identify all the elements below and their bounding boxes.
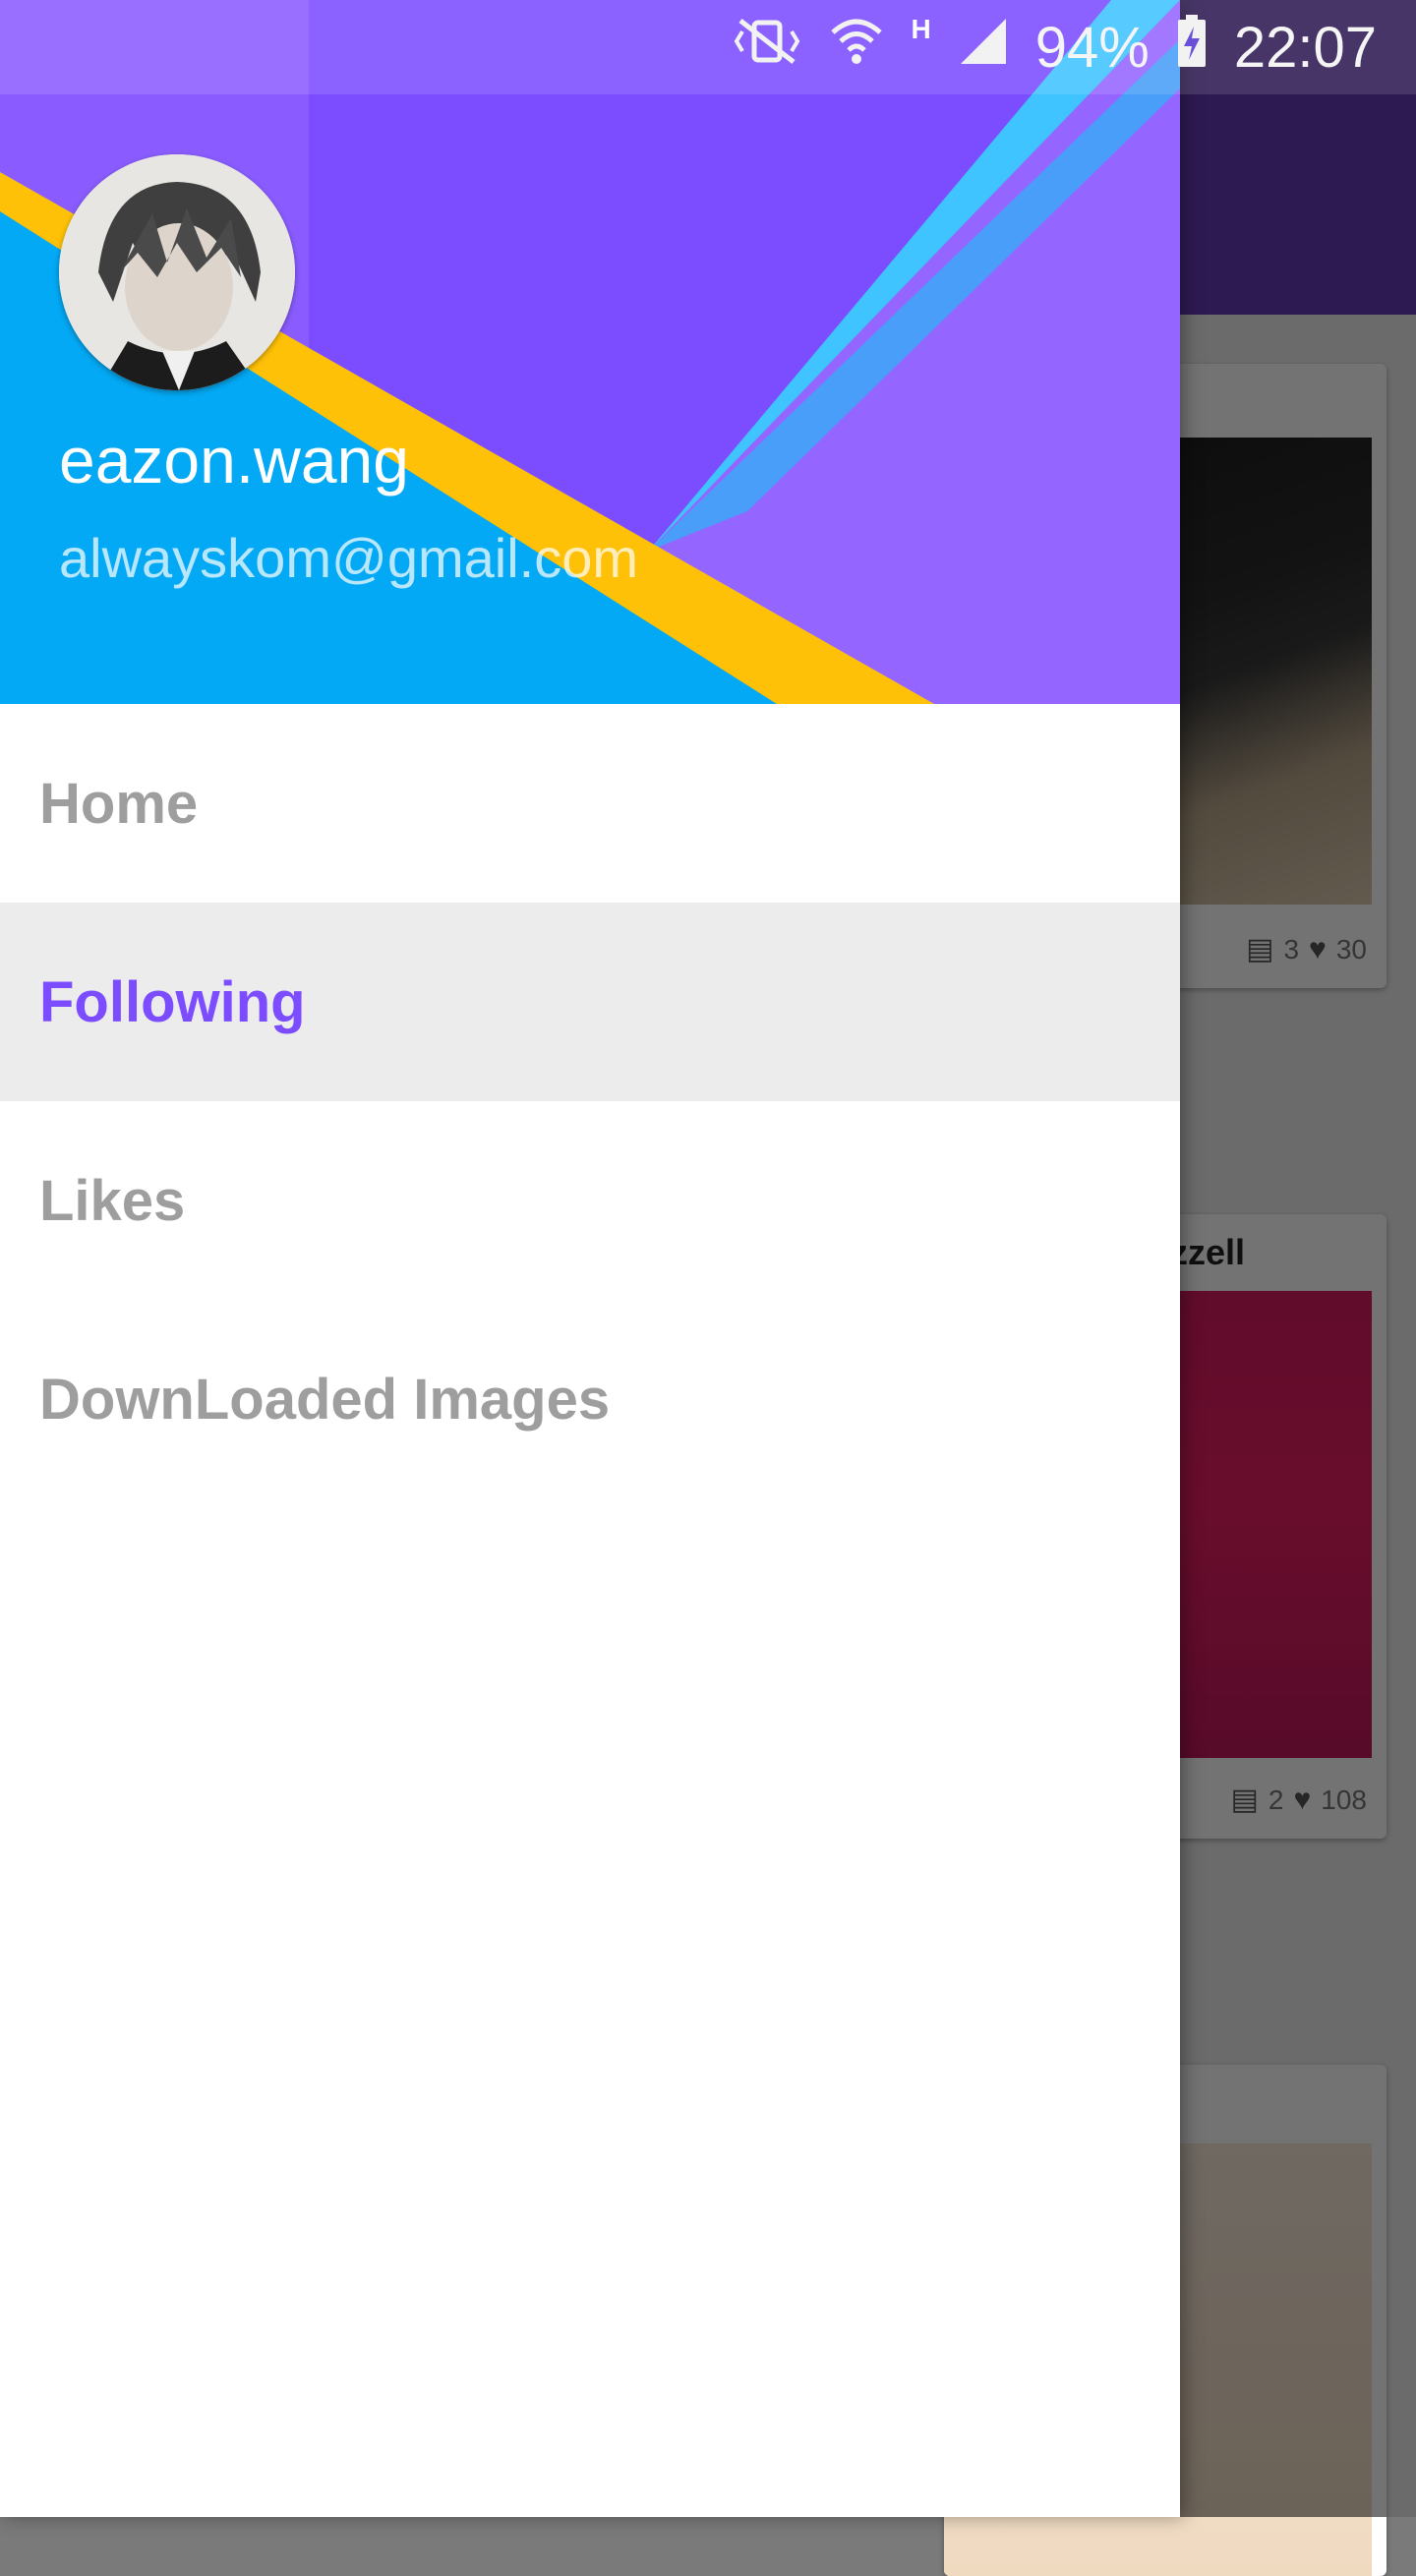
menu-item-label: Home [39, 771, 199, 836]
drawer-header: eazon.wang alwayskom@gmail.com [0, 0, 1180, 704]
signal-icon [959, 17, 1008, 78]
avatar[interactable] [59, 154, 295, 390]
avatar-image [59, 154, 295, 390]
navigation-drawer: eazon.wang alwayskom@gmail.com Home Foll… [0, 0, 1180, 2517]
menu-item-label: DownLoaded Images [39, 1367, 611, 1432]
menu-item-label: Likes [39, 1168, 186, 1233]
clock: 22:07 [1233, 15, 1377, 80]
user-name: eazon.wang [59, 424, 409, 497]
status-bar: H 94% 22:07 [0, 0, 1416, 94]
vibrate-mute-icon [733, 17, 801, 78]
menu-item-home[interactable]: Home [0, 704, 1180, 903]
menu-item-label: Following [39, 969, 306, 1034]
wifi-icon [829, 17, 884, 78]
network-type: H [911, 14, 931, 44]
menu-item-following[interactable]: Following [0, 903, 1180, 1101]
battery-charging-icon [1177, 15, 1207, 80]
drawer-menu: Home Following Likes DownLoaded Images [0, 704, 1180, 1498]
battery-percent: 94% [1034, 15, 1150, 80]
menu-item-likes[interactable]: Likes [0, 1101, 1180, 1300]
user-email: alwayskom@gmail.com [59, 527, 638, 589]
menu-item-downloaded-images[interactable]: DownLoaded Images [0, 1300, 1180, 1498]
